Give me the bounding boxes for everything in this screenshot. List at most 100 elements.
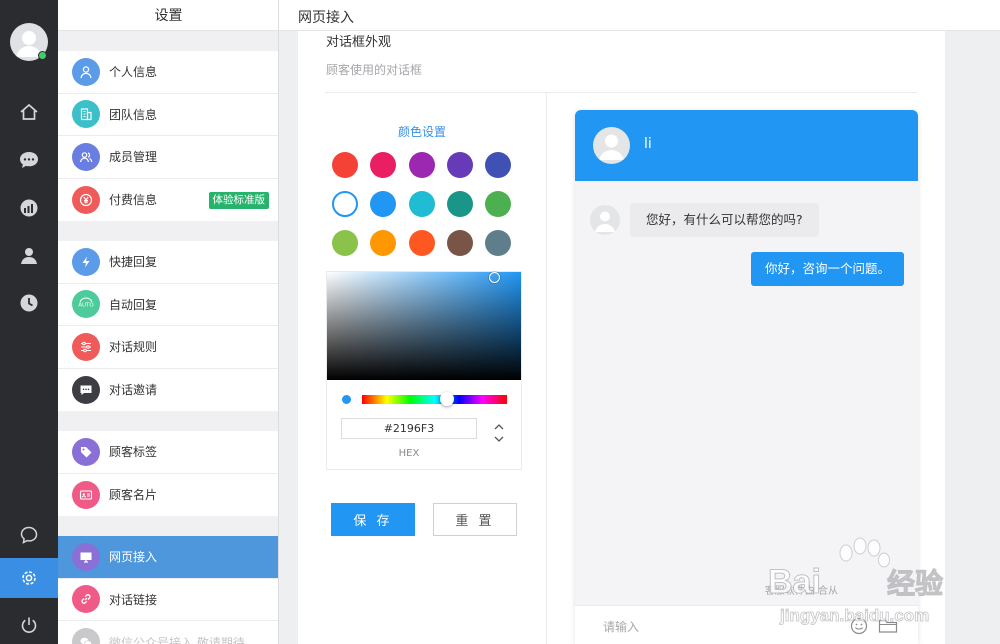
sidebar-item-label: 对话邀请 [109, 383, 158, 398]
chat-bubble-icon[interactable] [0, 140, 58, 180]
color-swatch[interactable] [485, 191, 512, 217]
sidebar-item-label: 自动回复 [109, 297, 158, 312]
folder-icon[interactable] [878, 616, 898, 636]
sidebar-item-label: 成员管理 [109, 150, 158, 165]
sidebar-item-chat-invite[interactable]: 对话邀请 [58, 369, 278, 412]
monitor-icon [72, 542, 100, 571]
yen-icon [72, 185, 100, 214]
menu-group-channels: 网页接入 对话链接 微信公众号接入 敬请期待 [58, 536, 278, 644]
home-icon[interactable] [0, 92, 58, 132]
sidebar-item-chat-rules[interactable]: 对话规则 [58, 326, 278, 369]
menu-group-account: 个人信息 团队信息 成员管理 付费信息 体验标准版 [58, 51, 278, 222]
sidebar-item-label: 对话链接 [109, 592, 158, 607]
outgoing-message: 你好，咨询一个问题。 [750, 252, 904, 286]
sidebar-item-auto-reply[interactable]: AUTO 自动回复 [58, 284, 278, 326]
settings-sidebar: 设置 个人信息 团队信息 成员管理 付费信息 体验标准版 快捷回复 AUTO 自… [58, 0, 279, 644]
sidebar-item-profile[interactable]: 个人信息 [58, 51, 278, 94]
color-picker: HEX [326, 271, 522, 470]
color-swatch[interactable] [446, 191, 473, 217]
chat-message-input[interactable] [603, 618, 833, 636]
format-toggle-icon[interactable] [492, 422, 506, 444]
sidebar-item-team[interactable]: 团队信息 [58, 94, 278, 136]
color-swatch[interactable] [370, 230, 397, 256]
chat-input-bar [575, 605, 918, 644]
building-icon [72, 100, 100, 129]
sidebar-title: 设置 [58, 0, 278, 31]
settings-gear-icon[interactable] [0, 558, 58, 598]
tag-icon [72, 437, 100, 466]
divider [325, 92, 917, 93]
auto-icon: AUTO [72, 290, 100, 319]
chat-preview: li 您好，有什么可以帮您的吗? 你好，咨询一个问题。 客服软件由 合从 [575, 110, 918, 644]
plan-badge[interactable]: 体验标准版 [208, 191, 269, 209]
rules-icon [72, 332, 100, 361]
color-swatch[interactable] [408, 152, 435, 178]
power-icon[interactable] [0, 605, 58, 644]
sidebar-item-label: 网页接入 [109, 550, 158, 565]
nav-rail [0, 0, 58, 644]
sidebar-item-chat-link[interactable]: 对话链接 [58, 579, 278, 621]
person-icon [72, 57, 100, 86]
hex-label: HEX [398, 448, 420, 459]
feedback-icon[interactable] [0, 515, 58, 555]
app-window: 设置 个人信息 团队信息 成员管理 付费信息 体验标准版 快捷回复 AUTO 自… [0, 0, 1000, 644]
online-status-dot [38, 51, 47, 60]
contacts-icon[interactable] [0, 236, 58, 276]
main-header: 网页接入 [279, 0, 1000, 31]
sidebar-item-web-access[interactable]: 网页接入 [58, 536, 278, 579]
chat-preview-header: li [575, 110, 918, 181]
saturation-value-area[interactable] [327, 272, 521, 380]
save-button[interactable]: 保 存 [331, 503, 415, 536]
scroll-gutter [945, 31, 1000, 644]
incoming-message: 您好，有什么可以帮您的吗? [630, 203, 819, 237]
sidebar-item-quick-reply[interactable]: 快捷回复 [58, 241, 278, 284]
color-swatch[interactable] [408, 191, 435, 217]
sidebar-item-label: 顾客名片 [109, 488, 158, 503]
message-icon [72, 375, 100, 404]
agent-name: li [644, 136, 652, 152]
wechat-icon [72, 628, 100, 644]
hue-slider-handle[interactable] [440, 392, 454, 406]
svg-text:AUTO: AUTO [78, 303, 94, 309]
sidebar-item-label: 微信公众号接入 敬请期待 [109, 635, 245, 644]
sidebar-item-label: 顾客标签 [109, 445, 158, 460]
sidebar-item-label: 付费信息 [109, 193, 158, 208]
sidebar-item-label: 快捷回复 [109, 255, 158, 270]
current-color-dot [342, 395, 351, 404]
color-swatch[interactable] [332, 230, 358, 256]
sidebar-item-billing[interactable]: 付费信息 体验标准版 [58, 179, 278, 222]
color-swatch[interactable] [485, 230, 512, 256]
card-icon [72, 480, 100, 509]
color-swatch[interactable] [370, 191, 397, 217]
agent-avatar [593, 127, 630, 164]
color-swatch[interactable] [408, 230, 435, 256]
hex-input[interactable] [341, 418, 477, 439]
section-title: 对话框外观 [326, 35, 392, 50]
reset-button[interactable]: 重 置 [433, 503, 517, 536]
agent-message-avatar [590, 205, 620, 235]
sidebar-item-customer-tags[interactable]: 顾客标签 [58, 431, 278, 474]
sidebar-item-label: 团队信息 [109, 107, 158, 122]
color-swatch[interactable] [332, 191, 358, 217]
color-swatch[interactable] [446, 230, 473, 256]
color-swatch[interactable] [332, 152, 358, 178]
menu-group-customers: 顾客标签 顾客名片 [58, 431, 278, 517]
color-settings-title: 颜色设置 [397, 125, 446, 139]
emoji-icon[interactable] [849, 616, 869, 636]
sidebar-item-members[interactable]: 成员管理 [58, 136, 278, 179]
powered-by-text: 客服软件由 合从 [764, 586, 838, 597]
saturation-cursor[interactable] [489, 272, 500, 283]
page-title: 网页接入 [298, 10, 354, 26]
menu-group-chat: 快捷回复 AUTO 自动回复 对话规则 对话邀请 [58, 241, 278, 412]
stats-icon[interactable] [0, 188, 58, 228]
sidebar-item-label: 对话规则 [109, 340, 158, 355]
color-swatch[interactable] [485, 152, 512, 178]
users-icon [72, 142, 100, 171]
history-clock-icon[interactable] [0, 283, 58, 323]
hue-slider[interactable] [362, 395, 507, 404]
sidebar-item-customer-card[interactable]: 顾客名片 [58, 474, 278, 517]
color-swatch[interactable] [370, 152, 397, 178]
sidebar-item-label: 个人信息 [109, 65, 158, 80]
lightning-icon [72, 247, 100, 276]
color-swatch[interactable] [446, 152, 473, 178]
